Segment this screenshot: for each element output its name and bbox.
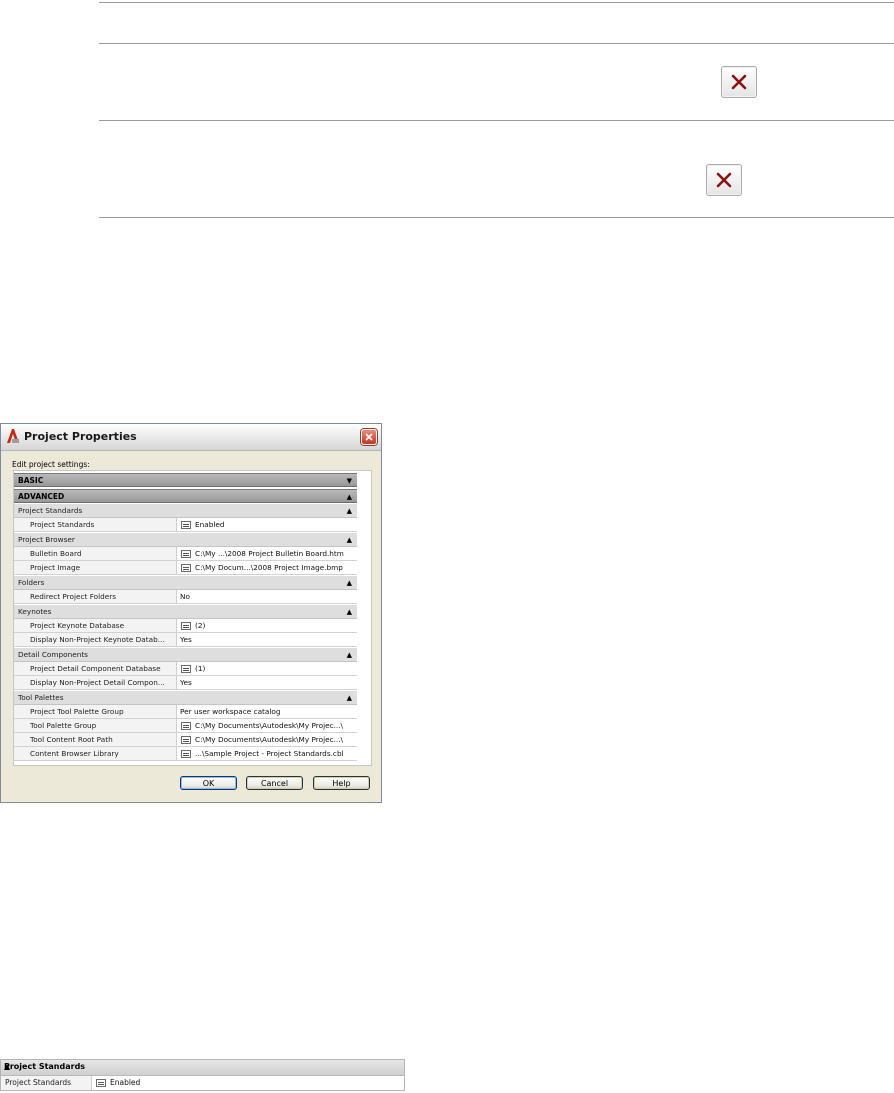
property-row[interactable]: Redirect Project Folders No (14, 590, 357, 604)
delete-button[interactable] (721, 66, 757, 98)
delete-x-icon (731, 74, 747, 90)
edit-value-icon[interactable] (181, 736, 191, 744)
property-name: Display Non-Project Detail Compon... (30, 678, 165, 687)
property-value: Yes (180, 678, 192, 687)
category-project-browser[interactable]: Project Browser ▲ (14, 533, 357, 547)
section-advanced[interactable]: ADVANCED ▲ (14, 489, 357, 503)
project-standards-snippet: Project Standards ▲ Project Standards En… (0, 1059, 405, 1091)
section-label: ADVANCED (18, 492, 65, 501)
divider-line (99, 2, 894, 3)
category-label: Tool Palettes (18, 693, 64, 702)
edit-settings-label: Edit project settings: (12, 460, 90, 469)
property-name: Display Non-Project Keynote Datab... (30, 635, 165, 644)
snippet-property-value: Enabled (110, 1078, 141, 1087)
edit-value-icon[interactable] (181, 550, 191, 558)
help-button[interactable]: Help (313, 776, 370, 790)
category-tool-palettes[interactable]: Tool Palettes ▲ (14, 691, 357, 705)
property-value: C:\My Documents\Autodesk\My Projec...\ (195, 721, 344, 730)
property-value: (1) (195, 664, 206, 673)
edit-value-icon[interactable] (181, 564, 191, 572)
property-value: C:\My Documents\Autodesk\My Projec...\ (195, 735, 344, 744)
property-row[interactable]: Bulletin Board C:\My ...\2008 Project Bu… (14, 547, 357, 561)
property-name: Tool Palette Group (30, 721, 97, 730)
property-row[interactable]: Tool Content Root Path C:\My Documents\A… (14, 733, 357, 747)
cancel-button[interactable]: Cancel (246, 776, 303, 790)
property-row[interactable]: Display Non-Project Keynote Datab... Yes (14, 633, 357, 647)
property-value: ...\Sample Project - Project Standards.c… (195, 749, 344, 758)
category-folders[interactable]: Folders ▲ (14, 576, 357, 590)
property-name: Bulletin Board (30, 549, 82, 558)
collapse-arrow-icon[interactable]: ▲ (347, 651, 352, 659)
property-row[interactable]: Project Tool Palette Group Per user work… (14, 705, 357, 719)
property-value: C:\My Docum...\2008 Project Image.bmp (195, 563, 343, 572)
collapse-arrow-icon[interactable]: ▲ (347, 536, 352, 544)
property-value: Yes (180, 635, 192, 644)
property-name: Redirect Project Folders (30, 592, 117, 601)
edit-value-icon[interactable] (96, 1079, 106, 1087)
property-value: (2) (195, 621, 206, 630)
property-name: Project Detail Component Database (30, 664, 161, 673)
property-name: Project Tool Palette Group (30, 707, 124, 716)
property-row[interactable]: Project Keynote Database (2) (14, 619, 357, 633)
category-label: Folders (18, 578, 45, 587)
section-basic[interactable]: BASIC ▼ (14, 473, 357, 487)
category-detail-components[interactable]: Detail Components ▲ (14, 648, 357, 662)
delete-x-icon (716, 172, 732, 188)
property-name: Project Image (30, 563, 81, 572)
expand-arrow-icon[interactable]: ▼ (347, 477, 352, 485)
collapse-arrow-icon[interactable]: ▲ (347, 493, 352, 501)
property-row[interactable]: Tool Palette Group C:\My Documents\Autod… (14, 719, 357, 733)
category-keynotes[interactable]: Keynotes ▲ (14, 605, 357, 619)
divider-line (99, 217, 894, 218)
snippet-category-header[interactable]: Project Standards ▲ (1, 1060, 404, 1076)
snippet-property-name: Project Standards (5, 1078, 72, 1087)
section-label: BASIC (18, 476, 44, 485)
delete-button[interactable] (706, 164, 742, 196)
edit-value-icon[interactable] (181, 665, 191, 673)
collapse-arrow-icon[interactable]: ▲ (347, 579, 352, 587)
property-value: Enabled (195, 520, 225, 529)
collapse-arrow-icon[interactable]: ▲ (347, 694, 352, 702)
close-icon (365, 433, 373, 441)
category-label: Detail Components (18, 650, 88, 659)
category-label: Project Browser (18, 535, 75, 544)
property-name: Tool Content Root Path (30, 735, 113, 744)
edit-value-icon[interactable] (181, 521, 191, 529)
divider-line (99, 43, 894, 44)
collapse-arrow-icon[interactable]: ▲ (347, 507, 352, 515)
property-row[interactable]: Project Detail Component Database (1) (14, 662, 357, 676)
property-value: No (180, 592, 190, 601)
property-name: Content Browser Library (30, 749, 119, 758)
category-label: Project Standards (18, 506, 83, 515)
property-name: Project Standards (30, 520, 95, 529)
dialog-title: Project Properties (24, 430, 137, 443)
edit-value-icon[interactable] (181, 722, 191, 730)
project-properties-dialog: Project Properties Edit project settings… (0, 423, 382, 803)
snippet-property-value-cell[interactable]: Enabled (92, 1076, 404, 1090)
app-logo-icon (7, 429, 19, 443)
property-row[interactable]: Project Image C:\My Docum...\2008 Projec… (14, 561, 357, 575)
ok-button[interactable]: OK (180, 776, 237, 790)
property-row[interactable]: Content Browser Library ...\Sample Proje… (14, 747, 357, 761)
property-row[interactable]: Display Non-Project Detail Compon... Yes (14, 676, 357, 690)
title-bar[interactable]: Project Properties (1, 424, 381, 451)
collapse-arrow-icon[interactable]: ▲ (4, 1062, 397, 1071)
property-value: C:\My ...\2008 Project Bulletin Board.ht… (195, 549, 344, 558)
category-project-standards[interactable]: Project Standards ▲ (14, 504, 357, 518)
category-label: Keynotes (18, 607, 52, 616)
close-button[interactable] (361, 429, 377, 445)
collapse-arrow-icon[interactable]: ▲ (347, 608, 352, 616)
property-row[interactable]: Project Standards Enabled (14, 518, 357, 532)
divider-line (99, 120, 894, 121)
property-name: Project Keynote Database (30, 621, 125, 630)
edit-value-icon[interactable] (181, 750, 191, 758)
edit-value-icon[interactable] (181, 622, 191, 630)
property-value: Per user workspace catalog (180, 707, 281, 716)
